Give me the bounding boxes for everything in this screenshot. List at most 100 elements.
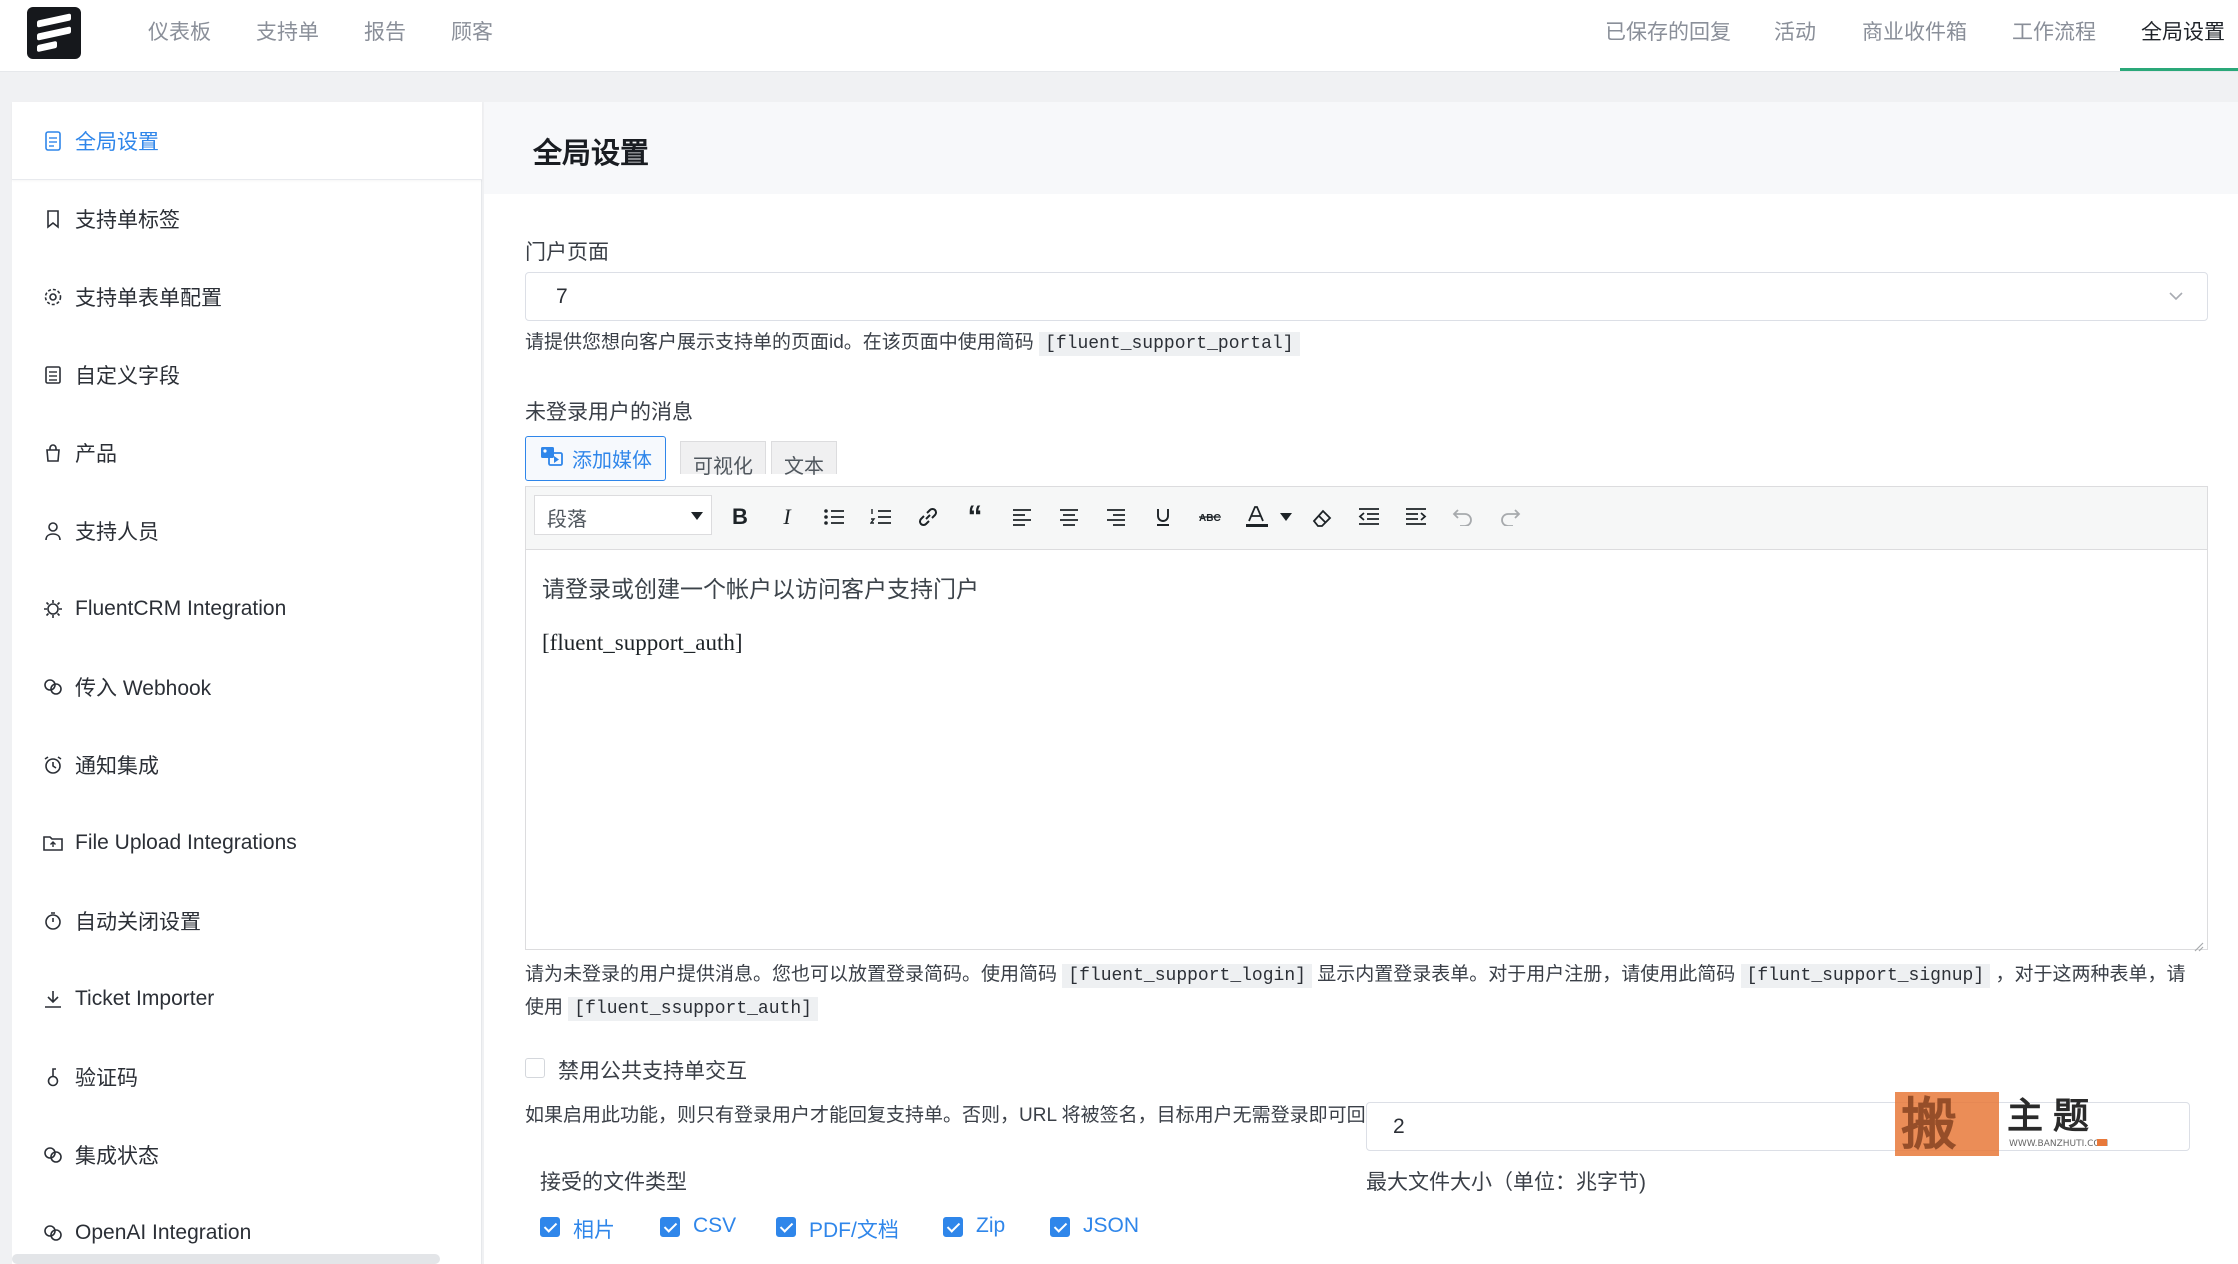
resize-handle-icon[interactable] <box>2192 934 2204 952</box>
portal-help-text: 请提供您想向客户展示支持单的页面id。在该页面中使用简码 <box>525 332 1034 353</box>
add-media-button[interactable]: 添加媒体 <box>525 436 666 481</box>
sidebar-scrollbar[interactable] <box>12 1254 440 1264</box>
underline-icon[interactable] <box>1147 501 1179 533</box>
sidebar-item-support-staff[interactable]: 支持人员 <box>12 492 482 570</box>
sidebar-item-integration-status[interactable]: 集成状态 <box>12 1116 482 1194</box>
nav-activity[interactable]: 活动 <box>1774 16 1816 46</box>
file-type-photo-label[interactable]: 相片 <box>573 1214 615 1244</box>
sidebar-item-label: FluentCRM Integration <box>75 597 287 620</box>
format-select-value: 段落 <box>547 509 587 531</box>
signup-shortcode: [flunt_support_signup] <box>1740 964 1991 988</box>
align-right-icon[interactable] <box>1100 501 1132 533</box>
file-type-json-label[interactable]: JSON <box>1083 1214 1139 1238</box>
link-icon <box>43 1145 63 1165</box>
nav-reports[interactable]: 报告 <box>364 16 406 46</box>
message-help: 请为未登录的用户提供消息。您也可以放置登录简码。使用简码 [fluent_sup… <box>525 959 2215 1025</box>
blockquote-icon[interactable]: “ <box>959 500 991 533</box>
outdent-icon[interactable] <box>1353 501 1385 533</box>
nav-dashboard[interactable]: 仪表板 <box>148 16 211 46</box>
bullet-list-icon[interactable] <box>818 501 850 533</box>
caret-down-icon <box>691 512 703 520</box>
sidebar-item-label: 传入 Webhook <box>75 677 212 700</box>
key-icon <box>43 1067 63 1087</box>
message-editor[interactable]: 段落 B I “ ABC 请登录或创建一个帐户以访问客户支持门户 [fluent <box>525 486 2208 952</box>
editor-content[interactable]: 请登录或创建一个帐户以访问客户支持门户 [fluent_support_auth… <box>542 570 979 682</box>
top-navigation: 仪表板 支持单 报告 顾客 已保存的回复 活动 商业收件箱 工作流程 全局设置 <box>0 0 2238 72</box>
nav-workflows[interactable]: 工作流程 <box>2012 16 2096 46</box>
editor-toolbar: 段落 B I “ ABC <box>526 487 2207 550</box>
gear-icon <box>43 287 63 307</box>
text-color-icon[interactable] <box>1241 501 1273 533</box>
sidebar-item-custom-fields[interactable]: 自定义字段 <box>12 336 482 414</box>
sidebar-item-ticket-tags[interactable]: 支持单标签 <box>12 180 482 258</box>
undo-icon[interactable] <box>1447 501 1479 533</box>
align-center-icon[interactable] <box>1053 501 1085 533</box>
sidebar-item-ticket-importer[interactable]: Ticket Importer <box>12 960 482 1038</box>
file-type-csv-checkbox[interactable] <box>660 1217 680 1237</box>
disable-public-label[interactable]: 禁用公共支持单交互 <box>558 1055 747 1085</box>
disable-public-checkbox[interactable] <box>525 1058 545 1078</box>
nav-global-settings[interactable]: 全局设置 <box>2141 16 2225 46</box>
sidebar-item-incoming-webhook[interactable]: 传入 Webhook <box>12 648 482 726</box>
sidebar-item-form-config[interactable]: 支持单表单配置 <box>12 258 482 336</box>
link-icon <box>43 1223 63 1243</box>
file-type-pdf-checkbox[interactable] <box>776 1217 796 1237</box>
chevron-down-icon <box>2167 287 2185 305</box>
format-select[interactable]: 段落 <box>534 495 712 535</box>
sidebar-item-label: 通知集成 <box>75 755 159 778</box>
tab-text[interactable]: 文本 <box>771 441 837 478</box>
panel-header: 全局设置 <box>484 102 2238 194</box>
caret-down-icon[interactable] <box>1270 501 1302 533</box>
app-logo[interactable] <box>27 7 81 59</box>
media-icon <box>540 445 564 473</box>
user-icon <box>43 521 63 541</box>
sidebar-item-fluentcrm[interactable]: FluentCRM Integration <box>12 570 482 648</box>
sidebar-item-captcha[interactable]: 验证码 <box>12 1038 482 1116</box>
file-type-pdf-label[interactable]: PDF/文档 <box>809 1214 899 1244</box>
bold-icon[interactable]: B <box>724 501 756 533</box>
document-icon <box>43 130 63 151</box>
page-title: 全局设置 <box>533 138 650 170</box>
sidebar-item-auto-close[interactable]: 自动关闭设置 <box>12 882 482 960</box>
sidebar-item-label: 自动关闭设置 <box>75 911 201 934</box>
message-label: 未登录用户的消息 <box>525 401 693 424</box>
italic-icon[interactable]: I <box>771 501 803 533</box>
strikethrough-icon[interactable]: ABC <box>1194 501 1226 533</box>
list-icon <box>43 365 63 385</box>
file-type-csv-label[interactable]: CSV <box>693 1214 736 1238</box>
sidebar-item-label: File Upload Integrations <box>75 831 297 854</box>
tab-visual[interactable]: 可视化 <box>680 441 766 478</box>
nav-customers[interactable]: 顾客 <box>451 16 493 46</box>
alarm-icon <box>43 755 63 775</box>
portal-page-label: 门户页面 <box>525 241 609 264</box>
file-type-zip-checkbox[interactable] <box>943 1217 963 1237</box>
indent-icon[interactable] <box>1400 501 1432 533</box>
portal-page-help: 请提供您想向客户展示支持单的页面id。在该页面中使用简码 [fluent_sup… <box>525 327 1300 360</box>
message-help-text: 请为未登录的用户提供消息。您也可以放置登录简码。使用简码 <box>525 964 1058 985</box>
nav-business-inbox[interactable]: 商业收件箱 <box>1862 16 1967 46</box>
file-type-json-checkbox[interactable] <box>1050 1217 1070 1237</box>
align-left-icon[interactable] <box>1006 501 1038 533</box>
file-type-photo-checkbox[interactable] <box>540 1217 560 1237</box>
sidebar-item-global-settings[interactable]: 全局设置 <box>12 102 482 180</box>
numbered-list-icon[interactable] <box>865 501 897 533</box>
max-size-label: 最大文件大小（单位：兆字节) <box>1366 1171 1646 1194</box>
file-type-zip-label[interactable]: Zip <box>976 1214 1005 1238</box>
svg-text:ABC: ABC <box>1199 513 1221 524</box>
sidebar-item-label: 全局设置 <box>75 130 159 154</box>
redo-icon[interactable] <box>1494 501 1526 533</box>
link-icon[interactable] <box>912 501 944 533</box>
sidebar-item-file-upload[interactable]: File Upload Integrations <box>12 804 482 882</box>
nav-active-indicator <box>2120 68 2238 71</box>
disable-public-help: 如果启用此功能，则只有登录用户才能回复支持单。否则，URL 将被签名，目标用户无… <box>525 1105 1385 1126</box>
message-help-text: 使用 <box>525 997 564 1018</box>
download-icon <box>43 989 63 1009</box>
eraser-icon[interactable] <box>1306 501 1338 533</box>
sidebar-item-products[interactable]: 产品 <box>12 414 482 492</box>
timer-icon <box>43 911 63 931</box>
folder-icon <box>43 833 63 853</box>
sidebar-item-notification[interactable]: 通知集成 <box>12 726 482 804</box>
portal-page-select[interactable]: 7 <box>525 272 2208 321</box>
nav-tickets[interactable]: 支持单 <box>256 16 319 46</box>
nav-saved-replies[interactable]: 已保存的回复 <box>1605 16 1731 46</box>
